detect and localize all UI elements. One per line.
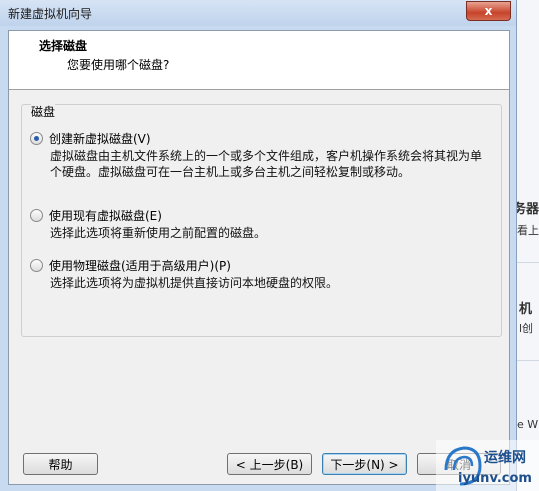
close-button[interactable]: x	[466, 1, 511, 21]
watermark-logo: 运维网 iyunv.com	[436, 440, 539, 491]
page-title: 选择磁盘	[39, 39, 88, 53]
radio-icon[interactable]	[30, 259, 43, 272]
bg-text: e W	[517, 418, 539, 431]
radio-label[interactable]: 使用物理磁盘(适用于高级用户)(P)	[49, 257, 231, 274]
radio-use-existing-disk[interactable]: 使用现有虚拟磁盘(E)	[30, 207, 162, 224]
radio-label[interactable]: 使用现有虚拟磁盘(E)	[49, 207, 162, 224]
window-title: 新建虚拟机向导	[8, 7, 93, 21]
close-icon: x	[484, 4, 493, 18]
option-description: 选择此选项将为虚拟机提供直接访问本地硬盘的权限。	[50, 276, 339, 290]
bg-text: 看上	[517, 224, 539, 237]
page-subtitle: 您要使用哪个磁盘?	[67, 58, 170, 72]
radio-use-physical-disk[interactable]: 使用物理磁盘(适用于高级用户)(P)	[30, 257, 231, 274]
next-button[interactable]: 下一步(N) >	[322, 453, 407, 475]
option-description: 虚拟磁盘由主机文件系统上的一个或多个文件组成，客户机操作系统会将其视为单 个硬盘…	[50, 148, 482, 180]
bg-text: 机	[519, 302, 533, 317]
new-vm-wizard-dialog: 新建虚拟机向导 x 选择磁盘 您要使用哪个磁盘? 磁盘 创建新虚拟磁盘(V) 虚…	[0, 0, 517, 491]
description-line: 个硬盘。虚拟磁盘可在一台主机上或多台主机之间轻松复制或移动。	[50, 165, 411, 179]
option-description: 选择此选项将重新使用之前配置的磁盘。	[50, 226, 267, 240]
description-line: 虚拟磁盘由主机文件系统上的一个或多个文件组成，客户机操作系统会将其视为单	[50, 149, 483, 163]
wizard-header: 选择磁盘 您要使用哪个磁盘?	[9, 31, 509, 90]
back-button[interactable]: < 上一步(B)	[227, 453, 312, 475]
radio-checked-icon[interactable]	[30, 132, 43, 145]
dialog-body: 选择磁盘 您要使用哪个磁盘? 磁盘 创建新虚拟磁盘(V) 虚拟磁盘由主机文件系统…	[8, 30, 510, 485]
radio-create-new-disk[interactable]: 创建新虚拟磁盘(V)	[30, 130, 151, 147]
radio-icon[interactable]	[30, 209, 43, 222]
title-bar[interactable]: 新建虚拟机向导 x	[0, 0, 516, 26]
watermark-line1: 运维网	[484, 449, 526, 466]
help-button[interactable]: 帮助	[23, 453, 98, 475]
disk-group-label: 磁盘	[31, 103, 56, 120]
bg-text: l创	[519, 322, 534, 335]
radio-label[interactable]: 创建新虚拟磁盘(V)	[49, 130, 151, 147]
watermark-line2: iyunv.com	[458, 471, 532, 486]
